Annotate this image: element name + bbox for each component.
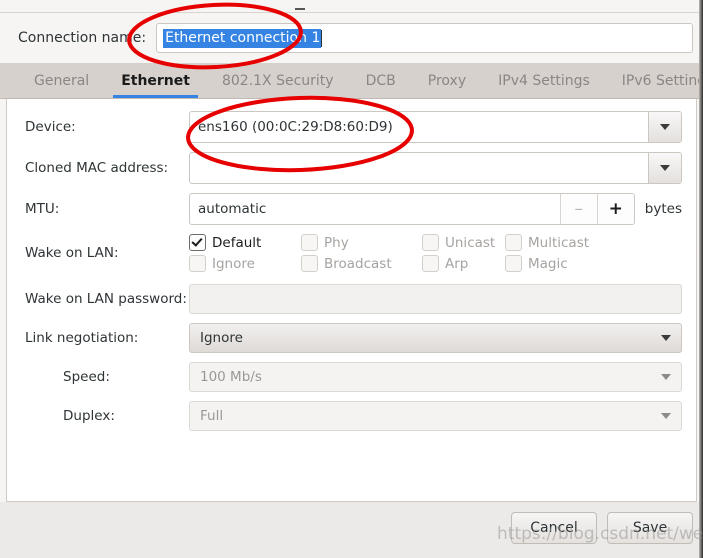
- speed-combo[interactable]: 100 Mb/s: [189, 362, 682, 392]
- link-negotiation-value: Ignore: [200, 330, 243, 346]
- link-negotiation-combo[interactable]: Ignore: [189, 323, 682, 353]
- dialog-action-bar: Cancel Save: [0, 502, 703, 558]
- checkbox-broadcast-label: Broadcast: [324, 255, 392, 272]
- checkbox-icon: [301, 255, 318, 272]
- connection-name-label: Connection name:: [18, 30, 147, 46]
- checkbox-arp[interactable]: Arp: [422, 255, 505, 272]
- checkbox-multicast-label: Multicast: [528, 234, 590, 251]
- connection-name-row: Connection name: Ethernet connection 1: [0, 13, 703, 63]
- connection-name-input[interactable]: Ethernet connection 1: [156, 23, 693, 53]
- tab-general[interactable]: General: [18, 63, 105, 98]
- checkbox-ignore-label: Ignore: [212, 255, 255, 272]
- tab-proxy[interactable]: Proxy: [412, 63, 482, 98]
- checkbox-magic[interactable]: Magic: [505, 255, 568, 272]
- duplex-row: Duplex: Full: [19, 401, 682, 431]
- link-negotiation-label: Link negotiation:: [25, 330, 139, 346]
- device-dropdown-button[interactable]: [648, 112, 681, 142]
- tab-ethernet[interactable]: Ethernet: [105, 63, 206, 98]
- checkbox-unicast-label: Unicast: [445, 234, 496, 251]
- mtu-value[interactable]: automatic: [190, 194, 560, 224]
- window-right-edge: [699, 0, 703, 558]
- wol-password-row: Wake on LAN password:: [19, 284, 682, 314]
- device-label: Device:: [25, 119, 76, 135]
- ethernet-tab-panel: Device: ens160 (00:0C:29:D8:60:D9) Clone…: [6, 99, 697, 502]
- link-negotiation-row: Link negotiation: Ignore: [19, 323, 682, 353]
- checkbox-icon: [505, 255, 522, 272]
- chevron-down-icon: [661, 413, 671, 419]
- mtu-label: MTU:: [25, 201, 60, 217]
- mtu-spinner[interactable]: automatic – +: [189, 193, 635, 225]
- wol-password-label: Wake on LAN password:: [25, 291, 187, 307]
- cloned-mac-dropdown-button[interactable]: [648, 153, 681, 183]
- mtu-increment-button[interactable]: +: [596, 194, 634, 224]
- checkbox-default[interactable]: Default: [189, 234, 301, 251]
- checkbox-icon: [505, 234, 522, 251]
- chevron-down-icon: [660, 165, 670, 171]
- tab-ipv4-settings[interactable]: IPv4 Settings: [482, 63, 606, 98]
- text-caret: [321, 29, 323, 47]
- tab-ipv6-settings[interactable]: IPv6 Settings: [606, 63, 703, 98]
- checkbox-unicast[interactable]: Unicast: [422, 234, 505, 251]
- minimize-icon[interactable]: [295, 8, 305, 10]
- checkbox-icon: [422, 255, 439, 272]
- wake-on-lan-options: Default Phy Unicast Multicast Ignore Bro…: [189, 234, 682, 272]
- checkbox-broadcast[interactable]: Broadcast: [301, 255, 422, 272]
- chevron-down-icon: [660, 124, 670, 130]
- checkbox-icon: [301, 234, 318, 251]
- cloned-mac-value: [190, 153, 648, 183]
- checkbox-phy-label: Phy: [324, 234, 349, 251]
- mtu-unit-label: bytes: [644, 201, 682, 217]
- duplex-value: Full: [200, 408, 224, 424]
- duplex-combo[interactable]: Full: [189, 401, 682, 431]
- wol-password-input[interactable]: [189, 284, 682, 314]
- speed-value: 100 Mb/s: [200, 369, 262, 385]
- checkbox-magic-label: Magic: [528, 255, 568, 272]
- checkbox-icon: [422, 234, 439, 251]
- speed-row: Speed: 100 Mb/s: [19, 362, 682, 392]
- save-button[interactable]: Save: [607, 512, 693, 544]
- cloned-mac-row: Cloned MAC address:: [19, 152, 682, 184]
- device-row: Device: ens160 (00:0C:29:D8:60:D9): [19, 111, 682, 143]
- tab-bar: General Ethernet 802.1X Security DCB Pro…: [0, 63, 703, 99]
- checkbox-arp-label: Arp: [445, 255, 469, 272]
- checkbox-multicast[interactable]: Multicast: [505, 234, 589, 251]
- cancel-button[interactable]: Cancel: [511, 512, 597, 544]
- cloned-mac-label: Cloned MAC address:: [25, 160, 169, 176]
- wake-on-lan-row-2: Ignore Broadcast Arp Magic: [189, 255, 682, 272]
- wake-on-lan-label: Wake on LAN:: [25, 245, 119, 261]
- wake-on-lan-row-1: Default Phy Unicast Multicast: [189, 234, 682, 251]
- connection-name-value: Ethernet connection 1: [163, 28, 322, 48]
- nm-connection-editor-window: Connection name: Ethernet connection 1 G…: [0, 0, 703, 558]
- cloned-mac-combo[interactable]: [189, 152, 682, 184]
- wake-on-lan-row: Wake on LAN: Default Phy Unicast Multica…: [19, 234, 682, 272]
- mtu-row: MTU: automatic – + bytes: [19, 193, 682, 225]
- checkbox-icon: [189, 255, 206, 272]
- device-combo[interactable]: ens160 (00:0C:29:D8:60:D9): [189, 111, 682, 143]
- tab-802-1x-security[interactable]: 802.1X Security: [206, 63, 350, 98]
- window-titlebar: [0, 0, 703, 13]
- tab-dcb[interactable]: DCB: [350, 63, 412, 98]
- checkbox-default-label: Default: [212, 234, 262, 251]
- checkbox-icon: [189, 234, 206, 251]
- checkbox-phy[interactable]: Phy: [301, 234, 422, 251]
- device-value: ens160 (00:0C:29:D8:60:D9): [198, 119, 393, 135]
- speed-label: Speed:: [63, 369, 110, 385]
- mtu-decrement-button[interactable]: –: [559, 194, 597, 224]
- duplex-label: Duplex:: [63, 408, 115, 424]
- checkbox-ignore[interactable]: Ignore: [189, 255, 301, 272]
- chevron-down-icon: [661, 335, 671, 341]
- chevron-down-icon: [661, 374, 671, 380]
